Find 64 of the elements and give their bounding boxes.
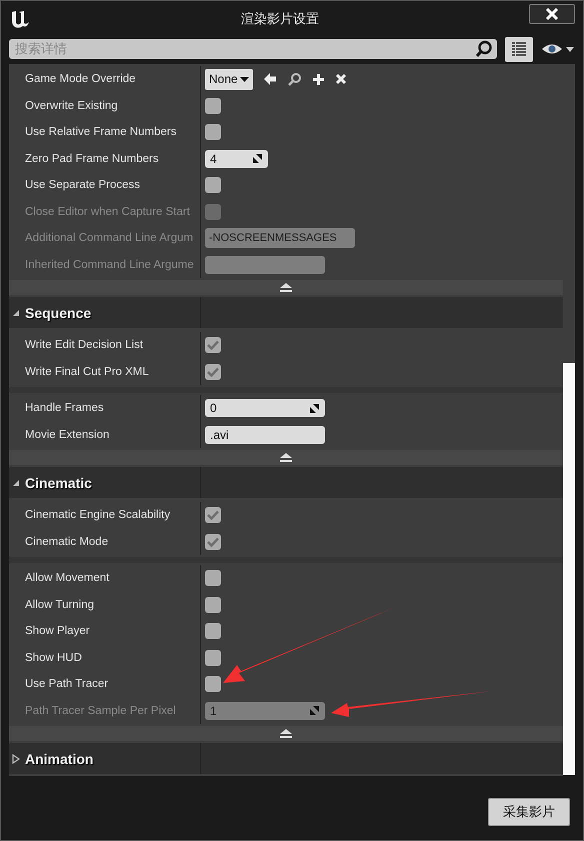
eye-icon[interactable]	[541, 42, 575, 56]
advanced-toggle-icon[interactable]	[280, 283, 292, 292]
close-button[interactable]	[529, 4, 575, 24]
checkbox[interactable]	[205, 177, 221, 194]
window-title: 渲染影片设置	[240, 10, 320, 28]
property-label: Game Mode Override	[25, 73, 136, 86]
checkbox[interactable]	[205, 124, 221, 140]
checkbox[interactable]	[205, 623, 221, 640]
property-label: Cinematic Engine Scalability	[25, 509, 170, 522]
advanced-toggle-icon[interactable]	[280, 453, 292, 462]
property-label: Cinematic Mode	[25, 536, 108, 548]
checkbox[interactable]	[205, 507, 221, 524]
property-label: Allow Movement	[25, 572, 110, 584]
property-label: Use Relative Frame Numbers	[25, 126, 176, 138]
property-label: Close Editor when Capture Start	[25, 206, 190, 218]
close-icon	[545, 8, 559, 20]
text-field[interactable]: .avi	[205, 426, 325, 444]
checkbox[interactable]	[205, 534, 221, 550]
advanced-toggle-icon[interactable]	[280, 729, 292, 738]
caret-icon	[240, 76, 249, 82]
property-label: Movie Extension	[25, 428, 110, 441]
drag-icon	[252, 153, 263, 164]
checkbox[interactable]	[205, 650, 221, 666]
property-label: Write Final Cut Pro XML	[25, 366, 149, 378]
property-label: Handle Frames	[25, 402, 104, 414]
dropdown-button[interactable]: None	[205, 68, 253, 90]
search-icon[interactable]	[286, 72, 302, 87]
search-field[interactable]: 搜索详情	[9, 39, 497, 59]
section-title[interactable]: Sequence	[25, 304, 92, 320]
view-options-button[interactable]	[505, 36, 533, 62]
collapsed-arrow-icon[interactable]	[12, 754, 20, 764]
checkbox[interactable]	[205, 596, 221, 613]
property-label: Show HUD	[25, 652, 82, 664]
expanded-arrow-icon[interactable]	[12, 308, 20, 316]
capture-movie-button[interactable]: 采集影片	[488, 798, 570, 826]
number-field[interactable]: 0	[205, 399, 325, 418]
property-label: Show Player	[25, 625, 90, 638]
drag-icon	[309, 705, 320, 716]
checkbox[interactable]	[205, 337, 221, 354]
logo-icon	[9, 8, 31, 28]
checkbox[interactable]	[205, 98, 221, 114]
back-arrow-icon[interactable]	[262, 72, 277, 86]
scrollbar-thumb[interactable]	[563, 362, 575, 775]
drag-icon	[309, 402, 320, 414]
expanded-arrow-icon[interactable]	[12, 478, 20, 486]
section-title[interactable]: Animation	[25, 750, 94, 766]
property-label: Zero Pad Frame Numbers	[25, 152, 159, 165]
checkbox[interactable]	[205, 364, 221, 380]
property-label: Use Separate Process	[25, 179, 140, 192]
property-label: Use Path Tracer	[25, 678, 108, 690]
property-label: Inherited Command Line Argume	[25, 258, 194, 271]
clear-icon[interactable]	[334, 73, 347, 86]
number-field[interactable]: 4	[205, 150, 268, 168]
property-label: Path Tracer Sample Per Pixel	[25, 704, 176, 717]
property-label: Write Edit Decision List	[25, 339, 144, 352]
property-label: Overwrite Existing	[25, 100, 118, 112]
section-title[interactable]: Cinematic	[25, 474, 92, 490]
property-label: Additional Command Line Argum	[25, 232, 194, 244]
list-icon	[511, 41, 527, 57]
checkbox[interactable]	[205, 570, 221, 586]
property-label: Allow Turning	[25, 598, 94, 611]
checkbox[interactable]	[205, 676, 221, 692]
plus-icon[interactable]	[312, 72, 325, 86]
search-icon	[475, 40, 493, 58]
